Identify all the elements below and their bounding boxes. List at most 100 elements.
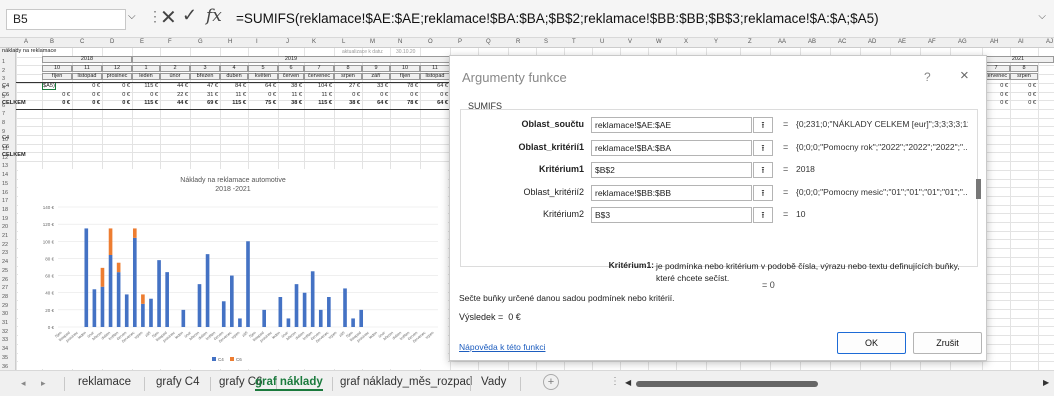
row-header[interactable]: 8 <box>2 120 5 126</box>
column-header[interactable]: AI <box>1018 39 1024 45</box>
month-number-header[interactable]: 4 <box>220 64 248 72</box>
column-header[interactable]: Z <box>748 39 752 45</box>
tab-next-icon[interactable]: ▸ <box>41 378 46 389</box>
tab-reklamace[interactable]: reklamace <box>78 376 131 388</box>
argument-input[interactable]: $B$2 <box>591 162 752 178</box>
cell-n1[interactable]: 30.10.20 <box>396 49 415 55</box>
row-header[interactable]: 32 <box>2 329 8 335</box>
column-header[interactable]: H <box>228 39 232 45</box>
data-cell[interactable]: 0 € <box>334 92 360 98</box>
column-header[interactable]: W <box>656 39 662 45</box>
month-number-header[interactable]: 8 <box>334 64 362 72</box>
data-cell[interactable]: 78 € <box>390 100 418 106</box>
month-number-header[interactable]: 1 <box>132 64 160 72</box>
argument-input[interactable]: reklamace!$BA:$BA <box>591 139 752 156</box>
row-header[interactable]: 30 <box>2 311 8 317</box>
data-cell[interactable]: 0 € <box>102 92 130 98</box>
row-header[interactable]: 31 <box>2 320 8 326</box>
collapse-dialog-icon[interactable]: ⭱ <box>753 207 773 223</box>
month-name-header[interactable]: květen <box>248 73 278 80</box>
month-name-header[interactable]: říjen <box>390 73 420 80</box>
data-cell[interactable]: 69 € <box>190 100 218 106</box>
column-header[interactable]: F <box>168 39 172 45</box>
row-header[interactable]: 29 <box>2 303 8 309</box>
column-header[interactable]: U <box>600 39 604 45</box>
month-name-header[interactable]: srpen <box>334 73 362 80</box>
add-sheet-button[interactable]: + <box>543 374 559 390</box>
month-number-header[interactable]: 10 <box>390 64 420 72</box>
column-header[interactable]: V <box>628 39 632 45</box>
month-number-header[interactable]: 11 <box>420 64 450 72</box>
data-cell[interactable]: 64 € <box>420 100 448 106</box>
data-cell[interactable]: 47 € <box>190 83 218 89</box>
cancel-button[interactable]: Zrušit <box>913 332 982 354</box>
cell-b5-active[interactable]: $A5) <box>42 82 56 90</box>
row-header[interactable]: 34 <box>2 346 8 352</box>
collapse-dialog-icon[interactable]: ⭱ <box>753 139 773 156</box>
data-cell[interactable]: 115 € <box>304 100 332 106</box>
data-cell[interactable]: 27 € <box>334 83 360 89</box>
data-cell[interactable]: 38 € <box>278 100 302 106</box>
row-header[interactable]: 1 <box>2 59 5 65</box>
month-name-header[interactable]: únor <box>160 73 190 80</box>
row-header[interactable]: 3 <box>2 76 5 82</box>
row-label-c6[interactable]: C6 <box>2 92 9 98</box>
column-header[interactable]: E <box>140 39 144 45</box>
data-cell[interactable]: 64 € <box>420 83 448 89</box>
column-header[interactable]: AE <box>898 39 906 45</box>
year-header-2021[interactable]: 2021 <box>982 56 1054 63</box>
month-number-header[interactable]: 2 <box>160 64 190 72</box>
horizontal-scrollbar-thumb[interactable] <box>636 381 818 387</box>
data-cell[interactable]: 0 € <box>72 83 100 89</box>
tab-grafy-c4[interactable]: grafy C4 <box>156 376 199 388</box>
row-header[interactable]: 23 <box>2 250 8 256</box>
row-header[interactable]: 25 <box>2 268 8 274</box>
column-header[interactable]: S <box>544 39 548 45</box>
month-name-header[interactable]: srpen <box>1010 73 1038 80</box>
month-name-header[interactable]: březen <box>190 73 220 80</box>
data-cell[interactable]: 11 € <box>304 92 332 98</box>
month-name-header[interactable]: listopad <box>420 73 450 80</box>
column-header[interactable]: D <box>110 39 114 45</box>
column-header[interactable]: AF <box>928 39 936 45</box>
year-header-2019[interactable]: 2019 <box>132 56 450 63</box>
month-number-header[interactable]: 12 <box>102 64 132 72</box>
data-cell[interactable]: 115 € <box>132 83 158 89</box>
data-cell[interactable]: 0 € <box>102 100 130 106</box>
data-cell[interactable]: 44 € <box>160 100 188 106</box>
data-cell[interactable]: 78 € <box>390 83 418 89</box>
argument-input[interactable]: B$3 <box>591 207 752 223</box>
month-name-header[interactable]: červenec <box>304 73 334 80</box>
row-label-lower[interactable]: C4 <box>2 135 9 141</box>
month-name-header[interactable]: listopad <box>72 73 102 80</box>
column-header[interactable]: AA <box>778 39 786 45</box>
tab-split-handle-icon[interactable]: ⋮ <box>610 376 620 387</box>
cancel-icon[interactable]: ✕ <box>160 5 177 30</box>
row-header[interactable]: 2 <box>2 68 5 74</box>
insert-function-icon[interactable]: fx <box>206 6 222 26</box>
tab-graf-naklady[interactable]: graf náklady <box>255 376 323 391</box>
column-header[interactable]: M <box>370 39 375 45</box>
column-header[interactable]: C <box>80 39 84 45</box>
cell-m1[interactable]: aktualizace k datu: <box>342 49 383 55</box>
month-name-header[interactable]: září <box>362 73 390 80</box>
month-number-header[interactable]: 9 <box>362 64 390 72</box>
data-cell[interactable]: 0 € <box>132 92 158 98</box>
month-number-header[interactable]: 10 <box>42 64 72 72</box>
expand-formula-bar-icon[interactable]: ⌵ <box>1038 11 1046 22</box>
collapse-dialog-icon[interactable]: ⭱ <box>753 184 773 201</box>
column-header[interactable]: N <box>398 39 402 45</box>
row-header[interactable]: 26 <box>2 277 8 283</box>
collapse-dialog-icon[interactable]: ⭱ <box>753 162 773 178</box>
row-header[interactable]: 22 <box>2 242 8 248</box>
column-header[interactable]: AD <box>868 39 876 45</box>
month-name-header[interactable]: říjen <box>42 73 72 80</box>
row-header[interactable]: 14 <box>2 172 8 178</box>
argument-input[interactable]: reklamace!$BB:$BB <box>591 184 752 201</box>
column-header[interactable]: K <box>312 39 316 45</box>
column-header[interactable]: J <box>286 39 289 45</box>
data-cell[interactable]: 0 € <box>72 100 100 106</box>
column-header[interactable]: A <box>24 39 28 45</box>
month-number-header[interactable]: 11 <box>72 64 102 72</box>
data-cell[interactable]: 22 € <box>160 92 188 98</box>
